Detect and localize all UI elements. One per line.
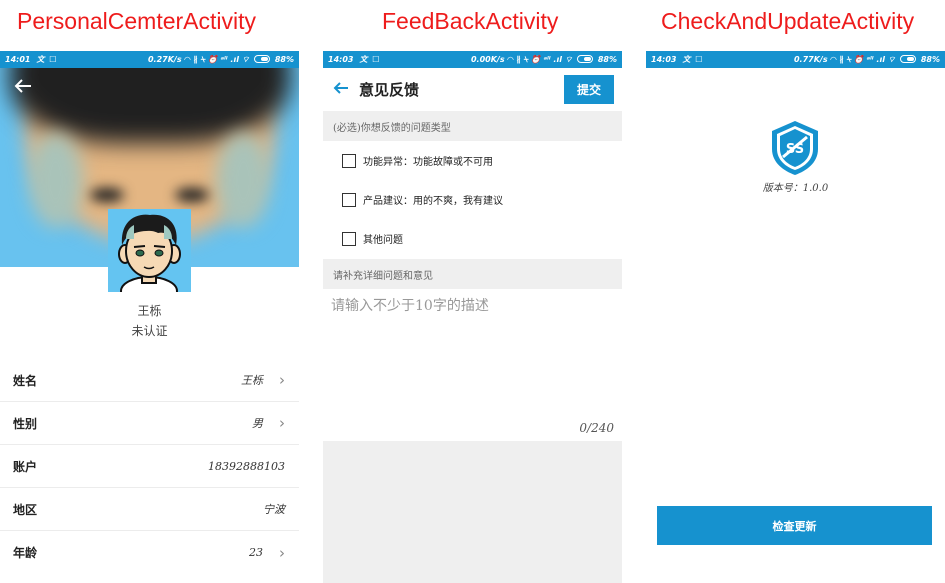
battery-level: 88% xyxy=(597,54,617,64)
bottom-area xyxy=(323,441,622,583)
status-system-icons: ◠ ∦ ⍀ ⏰ ᵃˡˡ .ıl ⌔ xyxy=(507,54,573,64)
network-speed: 0.77K/s xyxy=(793,54,828,64)
checkbox[interactable] xyxy=(342,153,356,168)
chevron-right-icon: › xyxy=(279,371,285,389)
status-bar: 14:01 文 ☐ 0.27K/s ◠ ∦ ⍀ ⏰ ᵃˡˡ .ıl ⌔ 88% xyxy=(0,51,299,68)
version-label: 版本号：1.0.0 xyxy=(762,183,829,194)
blurred-eye-left xyxy=(90,188,124,202)
info-label: 账户 xyxy=(13,459,38,474)
info-row-account: 账户 18392888103 xyxy=(0,445,299,488)
avatar[interactable] xyxy=(108,209,191,292)
info-value: 23 xyxy=(249,546,263,559)
caption-personal-center: PersonalCemterActivity xyxy=(17,8,257,34)
status-bar: 14:03 文 ☐ 0.77K/s ◠ ∦ ⍀ ⏰ ᵃˡˡ .ıl ⌔ 88% xyxy=(646,51,945,68)
caption-feedback: FeedBackActivity xyxy=(382,8,559,34)
blurred-eye-right xyxy=(175,188,209,202)
info-value: 18392888103 xyxy=(208,459,285,473)
option-label: 功能异常：功能故障或不可用 xyxy=(363,157,493,168)
info-row-gender[interactable]: 性别 男 › xyxy=(0,402,299,445)
status-bar: 14:03 文 ☐ 0.00K/s ◠ ∦ ⍀ ⏰ ᵃˡˡ .ıl ⌔ 88% xyxy=(323,51,622,68)
info-label: 性别 xyxy=(13,416,38,431)
checkbox[interactable] xyxy=(342,192,356,207)
checkbox[interactable] xyxy=(342,231,356,246)
option-product-suggestion[interactable]: 产品建议：用的不爽，我有建议 xyxy=(342,192,503,207)
detail-section-header: 请补充详细问题和意见 xyxy=(323,259,622,289)
caption-check-update: CheckAndUpdateActivity xyxy=(661,8,915,34)
option-label: 产品建议：用的不爽，我有建议 xyxy=(363,196,503,207)
status-time: 14:03 xyxy=(651,55,677,64)
status-time: 14:01 xyxy=(5,55,31,64)
battery-icon xyxy=(254,55,271,63)
status-right-group: 0.00K/s ◠ ∦ ⍀ ⏰ ᵃˡˡ .ıl ⌔ 88% xyxy=(471,55,617,65)
status-right-group: 0.27K/s ◠ ∦ ⍀ ⏰ ᵃˡˡ .ıl ⌔ 88% xyxy=(148,55,294,65)
info-row-name[interactable]: 姓名 王栎 › xyxy=(0,359,299,402)
back-arrow-icon[interactable] xyxy=(14,78,32,99)
info-row-region[interactable]: 地区 宁波 xyxy=(0,488,299,531)
type-section-header: (必选)你想反馈的问题类型 xyxy=(323,111,622,141)
page-title: 意见反馈 xyxy=(359,81,420,99)
back-arrow-icon[interactable] xyxy=(333,79,349,100)
feedback-screen: 14:03 文 ☐ 0.00K/s ◠ ∦ ⍀ ⏰ ᵃˡˡ .ıl ⌔ 88% … xyxy=(323,51,622,583)
description-input[interactable] xyxy=(331,296,611,316)
info-row-age[interactable]: 年龄 23 › xyxy=(0,531,299,574)
check-update-button[interactable]: 检查更新 xyxy=(657,506,932,545)
logo-text: SS xyxy=(786,142,804,157)
chevron-right-icon: › xyxy=(279,543,285,562)
info-label: 年龄 xyxy=(13,546,38,560)
status-time: 14:03 xyxy=(328,55,354,64)
info-label: 姓名 xyxy=(13,373,38,388)
info-value: 男 xyxy=(252,417,263,430)
shield-logo-icon: SS xyxy=(766,119,824,177)
battery-icon xyxy=(900,55,917,63)
battery-level: 88% xyxy=(274,54,294,64)
personal-center-screen: 14:01 文 ☐ 0.27K/s ◠ ∦ ⍀ ⏰ ᵃˡˡ .ıl ⌔ 88% xyxy=(0,51,299,583)
battery-level: 88% xyxy=(920,54,940,64)
info-label: 地区 xyxy=(13,502,38,517)
option-function-error[interactable]: 功能异常：功能故障或不可用 xyxy=(342,153,493,168)
submit-button[interactable]: 提交 xyxy=(564,75,614,104)
check-update-screen: 14:03 文 ☐ 0.77K/s ◠ ∦ ⍀ ⏰ ᵃˡˡ .ıl ⌔ 88% … xyxy=(646,51,945,583)
network-speed: 0.00K/s xyxy=(470,54,505,64)
chevron-right-icon: › xyxy=(279,414,285,432)
info-value: 王栎 xyxy=(241,374,263,387)
feedback-toolbar: 意见反馈 提交 xyxy=(323,68,622,111)
character-counter: 0/240 xyxy=(579,421,614,435)
status-notification-icons: 文 ☐ xyxy=(359,55,381,64)
user-name: 王栎 xyxy=(137,304,162,318)
battery-icon xyxy=(577,55,594,63)
status-system-icons: ◠ ∦ ⍀ ⏰ ᵃˡˡ .ıl ⌔ xyxy=(184,54,250,64)
network-speed: 0.27K/s xyxy=(147,54,182,64)
status-notification-icons: 文 ☐ xyxy=(36,55,58,64)
status-system-icons: ◠ ∦ ⍀ ⏰ ᵃˡˡ .ıl ⌔ xyxy=(830,54,896,64)
blurred-ear-right xyxy=(216,133,271,228)
status-right-group: 0.77K/s ◠ ∦ ⍀ ⏰ ᵃˡˡ .ıl ⌔ 88% xyxy=(794,55,940,65)
blurred-ear-left xyxy=(28,133,83,228)
info-value: 宁波 xyxy=(263,503,285,516)
status-notification-icons: 文 ☐ xyxy=(682,55,704,64)
verification-status: 未认证 xyxy=(131,324,168,338)
option-label: 其他问题 xyxy=(363,235,403,246)
option-other[interactable]: 其他问题 xyxy=(342,231,403,246)
